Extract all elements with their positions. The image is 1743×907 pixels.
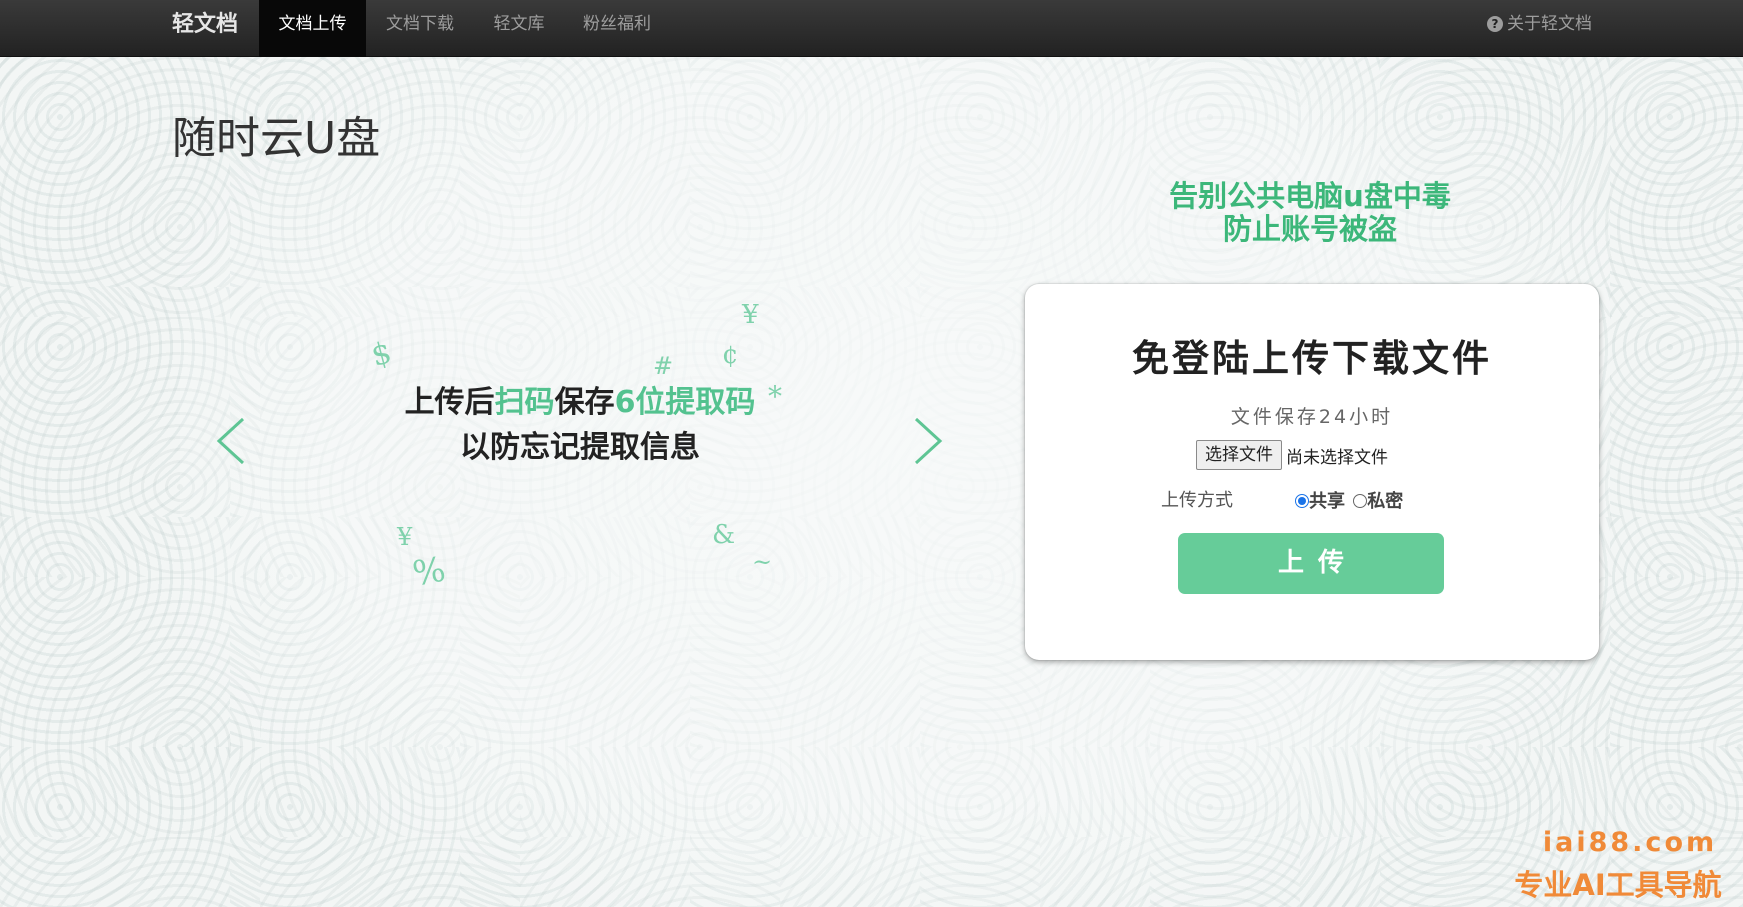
highlight-scan: 扫码: [494, 385, 555, 420]
nav-item-fan-benefits[interactable]: 粉丝福利: [564, 0, 670, 57]
nav-item-upload[interactable]: 文档上传: [259, 0, 366, 57]
question-circle-icon: ?: [1487, 16, 1503, 32]
carousel-slide-text: 上传后扫码保存6位提取码 以防忘记提取信息: [340, 380, 820, 470]
decoration-hash: #: [653, 352, 674, 380]
page-title: 随时云U盘: [172, 113, 381, 164]
upload-card-title: 免登陆上传下载文件: [1132, 337, 1492, 380]
watermark-tagline: 专业AI工具导航: [1514, 868, 1722, 902]
nav-about[interactable]: ? 关于轻文档: [1487, 0, 1592, 57]
upload-mode-label: 上传方式: [1161, 490, 1233, 511]
nav-about-label: 关于轻文档: [1507, 14, 1592, 34]
highlight-code: 6位提取码: [614, 385, 756, 420]
radio-share-label[interactable]: 共享: [1309, 491, 1345, 512]
slogan: 告别公共电脑u盘中毒 防止账号被盗: [1100, 180, 1520, 246]
decoration-yen-2: ¥: [397, 523, 413, 551]
brand-logo[interactable]: 轻文档: [172, 0, 238, 57]
nav-item-download[interactable]: 文档下载: [366, 0, 474, 57]
carousel-line-1: 上传后扫码保存6位提取码: [404, 385, 756, 420]
decoration-ampersand: &: [712, 520, 736, 550]
nav-item-library[interactable]: 轻文库: [474, 0, 564, 57]
file-chooser: 选择文件 尚未选择文件: [1196, 440, 1388, 470]
top-navbar: 轻文档 文档上传 文档下载 轻文库 粉丝福利 ? 关于轻文档: [0, 0, 1743, 57]
slogan-line-1: 告别公共电脑u盘中毒: [1169, 179, 1451, 213]
chevron-right-icon: [914, 417, 943, 465]
file-status: 尚未选择文件: [1286, 447, 1388, 468]
carousel-prev-button[interactable]: [213, 415, 253, 467]
decoration-percent: %: [409, 549, 449, 595]
radio-private[interactable]: [1353, 494, 1368, 508]
chevron-left-icon: [216, 417, 245, 465]
decoration-yen: ¥: [742, 300, 759, 330]
choose-file-button[interactable]: 选择文件: [1196, 440, 1282, 470]
upload-card: 免登陆上传下载文件 文件保存24小时 选择文件 尚未选择文件 上传方式 共享 私密…: [1025, 284, 1599, 660]
radio-private-label[interactable]: 私密: [1367, 491, 1403, 512]
decoration-tilde: ~: [752, 548, 773, 576]
upload-button[interactable]: 上传: [1178, 533, 1444, 594]
decoration-cent: ¢: [722, 340, 739, 370]
upload-mode-options: 共享 私密: [1295, 487, 1403, 513]
carousel-line-2: 以防忘记提取信息: [460, 430, 700, 465]
watermark-domain: iai88.com: [1542, 827, 1718, 858]
upload-card-subtitle: 文件保存24小时: [1230, 406, 1394, 428]
radio-share[interactable]: [1295, 494, 1309, 508]
slogan-line-2: 防止账号被盗: [1222, 212, 1397, 246]
carousel-next-button[interactable]: [908, 415, 948, 467]
